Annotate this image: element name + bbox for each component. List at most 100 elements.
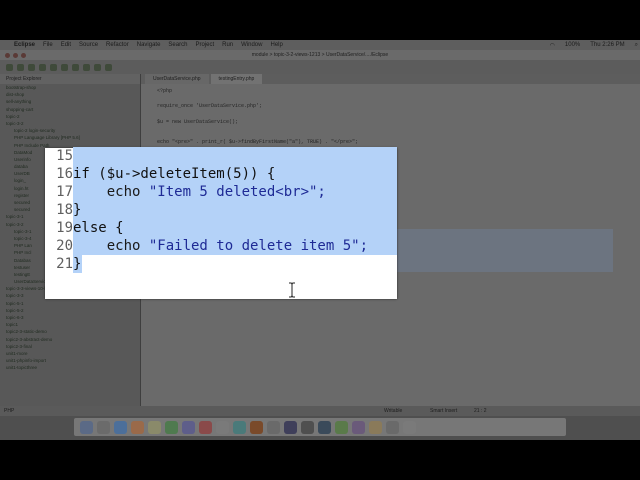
code-line: 21} [45, 255, 397, 273]
app-icon[interactable] [335, 420, 348, 434]
tree-item[interactable]: topic2-3-static-demo [0, 328, 140, 335]
excel-icon[interactable] [233, 420, 246, 434]
spotlight-icon[interactable]: ⌕ [635, 42, 638, 49]
tree-item[interactable]: sell-anything [0, 98, 140, 105]
tree-item[interactable]: shopping-cart [0, 106, 140, 113]
minimize-window-button[interactable] [13, 53, 18, 58]
new-icon[interactable] [6, 63, 13, 71]
eclipse-toolbar [0, 60, 640, 74]
clock[interactable]: Thu 2:26 PM [590, 42, 624, 49]
tree-item[interactable]: topic-3-2 [0, 120, 140, 127]
code-keyword: echo [73, 184, 149, 200]
editor-line: <?php [157, 88, 173, 94]
selection-highlight [73, 147, 397, 165]
tab-testingentry[interactable]: testingEntry.php [210, 74, 263, 84]
calendar-icon[interactable] [199, 420, 212, 434]
code-text: } [73, 202, 82, 218]
menu-edit[interactable]: Edit [61, 42, 71, 48]
acrobat-icon[interactable] [369, 420, 382, 434]
external-tools-icon[interactable] [61, 63, 68, 71]
editor-line: require_once 'UserDataService.php'; [157, 103, 263, 109]
launchpad-icon[interactable] [97, 420, 110, 434]
menu-search[interactable]: Search [168, 42, 187, 48]
tree-item[interactable]: topic-5-1 [0, 300, 140, 307]
tab-userdataservice[interactable]: UserDataService.php [145, 74, 209, 84]
eclipse-icon[interactable] [318, 420, 331, 434]
preview-icon[interactable] [267, 420, 280, 434]
tree-item[interactable]: topic-2 [0, 113, 140, 120]
tree-item[interactable]: dist-shop [0, 91, 140, 98]
menu-refactor[interactable]: Refactor [106, 42, 129, 48]
zoom-window-button[interactable] [21, 53, 26, 58]
run-icon[interactable] [50, 63, 57, 71]
code-text: else { [73, 220, 124, 236]
tree-item[interactable]: bootstrap-shop [0, 84, 140, 91]
menu-run[interactable]: Run [222, 42, 233, 48]
folder-icon[interactable] [386, 420, 399, 434]
menu-window[interactable]: Window [241, 42, 262, 48]
editor-line: $u = new UserDataService(); [157, 119, 239, 125]
chrome-icon[interactable] [131, 420, 144, 434]
menu-project[interactable]: Project [195, 42, 214, 48]
line-number: 16 [56, 166, 73, 182]
back-icon[interactable] [94, 63, 101, 71]
code-line: 15 [45, 147, 397, 165]
tree-item[interactable]: topic1 [0, 321, 140, 328]
text-cursor-ibeam [289, 282, 295, 298]
app-icon[interactable] [352, 420, 365, 434]
tree-item[interactable]: unit1-phpinfo-import [0, 357, 140, 364]
tree-item[interactable]: topic-2 login-security [0, 127, 140, 134]
line-number: 20 [56, 238, 73, 254]
line-number: 19 [56, 220, 73, 236]
tree-item[interactable]: topic2-3-final [0, 343, 140, 350]
safari-icon[interactable] [114, 420, 127, 434]
terminal-icon[interactable] [301, 420, 314, 434]
forward-icon[interactable] [105, 63, 112, 71]
tree-item[interactable]: unit1-topicthree [0, 364, 140, 371]
status-left: PHP [4, 408, 15, 414]
code-keyword: echo [73, 238, 149, 254]
code-text: echo "Failed to delete item 5"; [73, 237, 368, 255]
code-text: if ($u->deleteItem(5)) { [73, 166, 276, 182]
tree-item[interactable]: PHP Language Library [PHP 5.6] [0, 134, 140, 141]
itunes-icon[interactable] [182, 420, 195, 434]
menu-help[interactable]: Help [270, 42, 282, 48]
line-number: 17 [56, 184, 73, 200]
save-icon[interactable] [17, 63, 24, 71]
wifi-icon[interactable]: ◠ [550, 42, 555, 49]
window-title: module > topic-3-2-views-1213 > UserData… [251, 52, 389, 58]
menu-source[interactable]: Source [79, 42, 98, 48]
status-writable: Writable [384, 408, 403, 414]
powerpoint-icon[interactable] [250, 420, 263, 434]
tree-item[interactable]: topic-6-3 [0, 314, 140, 321]
debug-icon[interactable] [39, 63, 46, 71]
mail-icon[interactable] [148, 420, 161, 434]
finder-icon[interactable] [80, 420, 93, 434]
mac-dock [74, 418, 566, 436]
selection-highlight [73, 201, 397, 219]
search-icon[interactable] [83, 63, 90, 71]
print-icon[interactable] [28, 63, 35, 71]
menu-app-name[interactable]: Eclipse [14, 42, 35, 48]
trash-icon[interactable] [403, 420, 416, 434]
status-cursor-position: 21 : 2 [474, 408, 487, 414]
line-number: 15 [56, 148, 73, 164]
code-line: 19 else { [45, 219, 397, 237]
window-titlebar: module > topic-3-2-views-1213 > UserData… [0, 50, 640, 60]
status-bar: PHP Writable Smart Insert 21 : 2 [0, 406, 640, 416]
mac-menubar: Eclipse File Edit Source Refactor Naviga… [0, 40, 640, 50]
menu-file[interactable]: File [43, 42, 53, 48]
code-text: echo "Item 5 deleted<br>"; [73, 183, 326, 201]
tree-item[interactable]: unit1-more [0, 350, 140, 357]
menu-navigate[interactable]: Navigate [137, 42, 161, 48]
tree-item[interactable]: topic-5-2 [0, 307, 140, 314]
battery-indicator[interactable]: 100% [565, 42, 580, 49]
notes-icon[interactable] [216, 420, 229, 434]
code-line: 18} [45, 201, 397, 219]
messages-icon[interactable] [165, 420, 178, 434]
close-window-button[interactable] [5, 53, 10, 58]
editor-line: echo "<pre>" . print_r( $u->findByFirstN… [157, 139, 359, 145]
open-type-icon[interactable] [72, 63, 79, 71]
tree-item[interactable]: topic2-3-abstract-demo [0, 336, 140, 343]
photoshop-icon[interactable] [284, 420, 297, 434]
